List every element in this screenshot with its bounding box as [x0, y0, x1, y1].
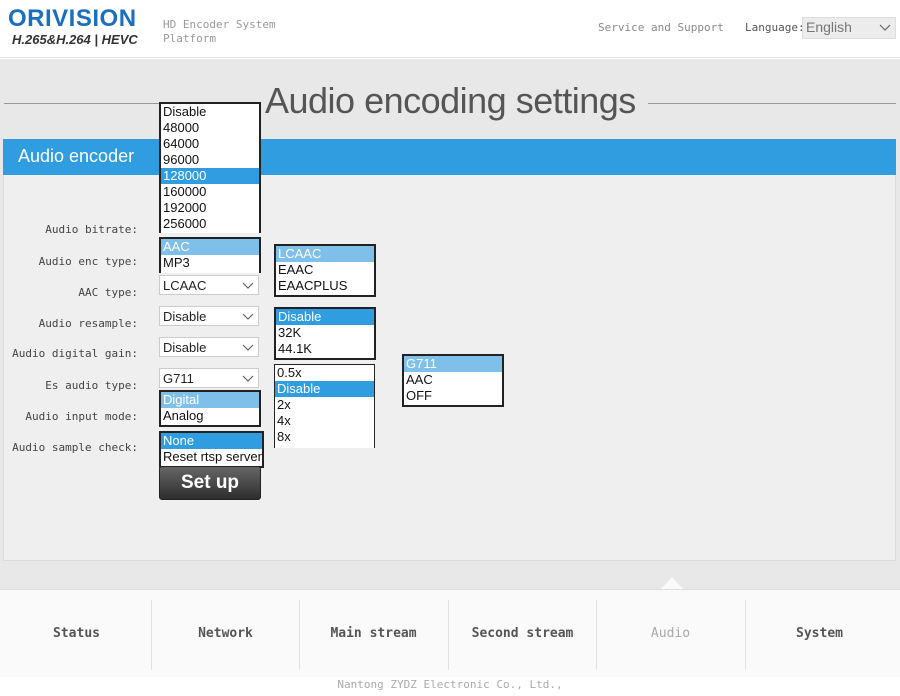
digital-gain-value: Disable [163, 340, 207, 355]
digital-gain-option[interactable]: 0.5x [275, 365, 374, 381]
enc-type-option-selected[interactable]: AAC [161, 239, 259, 255]
sample-check-option-selected[interactable]: None [161, 433, 262, 449]
es-audio-option[interactable]: AAC [404, 372, 502, 388]
input-mode-option-selected[interactable]: Digital [161, 392, 259, 408]
enc-type-option[interactable]: MP3 [161, 255, 259, 271]
panel-header [3, 139, 896, 175]
audio-resample-select[interactable]: Disable [159, 306, 259, 326]
bitrate-option[interactable]: 160000 [161, 184, 259, 200]
bitrate-option-selected[interactable]: 128000 [161, 168, 259, 184]
aac-type-listbox[interactable]: LCAAC EAAC EAACPLUS [274, 244, 376, 297]
chevron-down-icon [242, 375, 254, 382]
language-value: English [806, 19, 852, 35]
audio-input-mode-listbox[interactable]: Digital Analog [159, 390, 261, 427]
audio-sample-check-listbox[interactable]: None Reset rtsp server [159, 431, 264, 468]
nav-network[interactable]: Network [151, 590, 300, 678]
audio-sample-check-label: Audio sample check: [12, 441, 138, 454]
audio-bitrate-label: Audio bitrate: [45, 223, 138, 236]
active-tab-pointer [661, 577, 683, 589]
audio-digital-gain-label: Audio digital gain: [12, 347, 138, 360]
footer-company: Nantong ZYDZ Electronic Co., Ltd., [337, 678, 563, 691]
resample-option[interactable]: 32K [276, 325, 374, 341]
aac-type-option[interactable]: EAACPLUS [276, 278, 374, 294]
bitrate-option[interactable]: 256000 [161, 216, 259, 232]
audio-enc-type-listbox[interactable]: AAC MP3 [159, 237, 261, 273]
sample-check-option[interactable]: Reset rtsp server [161, 449, 262, 465]
language-select[interactable]: English [802, 17, 896, 39]
chevron-down-icon [242, 282, 254, 289]
audio-digital-gain-select[interactable]: Disable [159, 337, 259, 357]
aac-type-option-selected[interactable]: LCAAC [276, 246, 374, 262]
bitrate-option[interactable]: 48000 [161, 120, 259, 136]
aac-type-option[interactable]: EAAC [276, 262, 374, 278]
bitrate-option[interactable]: Disable [161, 104, 259, 120]
brand-logo[interactable]: ORIVISION H.265&H.264 | HEVC [8, 6, 138, 48]
digital-gain-option[interactable]: 8x [275, 429, 374, 445]
bitrate-option[interactable]: 64000 [161, 136, 259, 152]
input-mode-option[interactable]: Analog [161, 408, 259, 424]
nav-status[interactable]: Status [2, 590, 151, 678]
audio-digital-gain-listbox[interactable]: 0.5x Disable 2x 4x 8x [274, 364, 375, 448]
audio-resample-label: Audio resample: [38, 317, 138, 330]
bitrate-option[interactable]: 96000 [161, 152, 259, 168]
system-title: HD Encoder System Platform [163, 18, 276, 45]
header: ORIVISION H.265&H.264 | HEVC HD Encoder … [0, 0, 900, 58]
audio-resample-listbox[interactable]: Disable 32K 44.1K [274, 307, 376, 360]
panel-title: Audio encoder [18, 146, 135, 166]
service-support-link[interactable]: Service and Support [598, 21, 724, 34]
bitrate-option[interactable]: 192000 [161, 200, 259, 216]
chevron-down-icon [242, 344, 254, 351]
es-audio-type-listbox[interactable]: G711 AAC OFF [402, 354, 504, 407]
nav-main-stream[interactable]: Main stream [299, 590, 448, 678]
nav-system[interactable]: System [745, 590, 894, 678]
es-audio-option[interactable]: OFF [404, 388, 502, 404]
digital-gain-option-selected[interactable]: Disable [275, 381, 374, 397]
bottom-nav: Status Network Main stream Second stream… [0, 589, 900, 677]
nav-audio[interactable]: Audio [596, 590, 745, 678]
title-divider-right [648, 103, 896, 104]
chevron-down-icon [879, 24, 891, 31]
aac-type-value: LCAAC [163, 278, 207, 293]
es-audio-option-selected[interactable]: G711 [404, 356, 502, 372]
es-audio-type-value: G711 [163, 371, 194, 386]
page-title: Audio encoding settings [265, 80, 636, 121]
resample-value: Disable [163, 309, 207, 324]
es-audio-type-label: Es audio type: [45, 379, 138, 392]
logo-subtext: H.265&H.264 | HEVC [12, 32, 138, 47]
nav-second-stream[interactable]: Second stream [448, 590, 597, 678]
audio-enc-type-label: Audio enc type: [38, 255, 138, 268]
audio-input-mode-label: Audio input mode: [25, 410, 138, 423]
set-up-button[interactable]: Set up [159, 466, 261, 500]
aac-type-label: AAC type: [78, 286, 138, 299]
resample-option-selected[interactable]: Disable [276, 309, 374, 325]
logo-text: ORIVISION [8, 5, 137, 32]
language-label: Language: [745, 21, 805, 34]
es-audio-type-select[interactable]: G711 [159, 368, 259, 388]
digital-gain-option[interactable]: 4x [275, 413, 374, 429]
chevron-down-icon [242, 313, 254, 320]
digital-gain-option[interactable]: 2x [275, 397, 374, 413]
resample-option[interactable]: 44.1K [276, 341, 374, 357]
aac-type-select[interactable]: LCAAC [159, 275, 259, 295]
audio-bitrate-listbox[interactable]: Disable 48000 64000 96000 128000 160000 … [159, 102, 261, 233]
